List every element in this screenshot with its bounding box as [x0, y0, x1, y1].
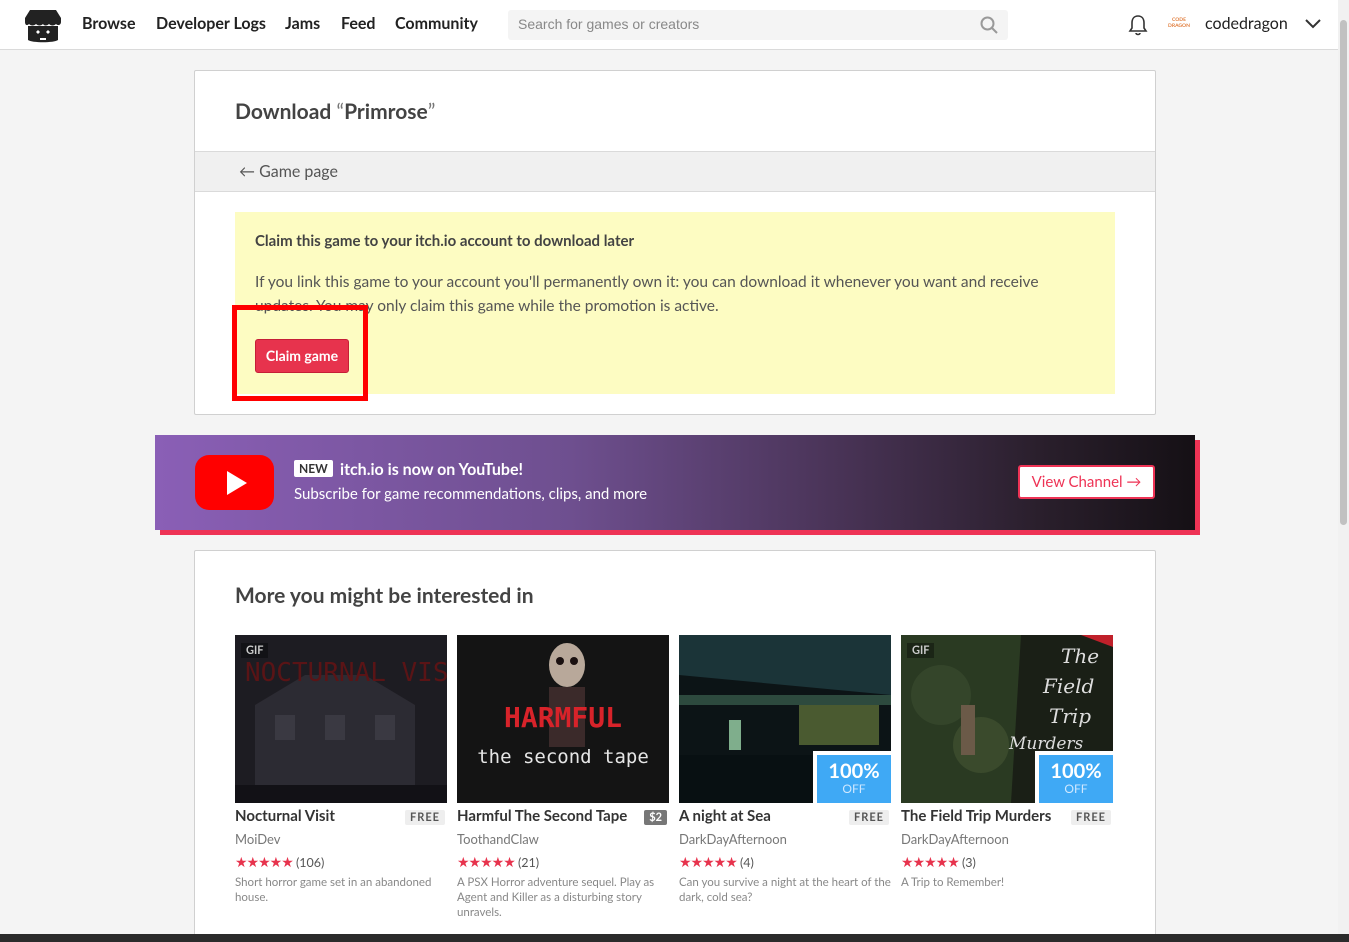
thumb-title: NOCTURNAL VISIT [245, 658, 447, 688]
game-author[interactable]: DarkDayAfternoon [901, 831, 1009, 847]
sale-badge: 100% OFF [813, 751, 891, 803]
game-rating: ★★★★★ (21) [457, 853, 539, 871]
sale-badge-inner: 100% OFF [1039, 755, 1113, 803]
youtube-title: itch.io is now on YouTube! [340, 460, 524, 479]
open-quote: “ [336, 99, 345, 124]
itchio-logo-icon[interactable] [24, 8, 62, 44]
rating-count: (4) [739, 855, 754, 870]
new-badge: NEW [294, 460, 333, 477]
nav-jams[interactable]: Jams [285, 14, 320, 33]
game-card[interactable]: The Field Trip Murders GIF 100% OFF The … [901, 635, 1113, 935]
game-card[interactable]: NOCTURNAL VISIT GIF Nocturnal Visit FREE… [235, 635, 447, 935]
highlight-box [232, 305, 368, 401]
game-rating: ★★★★★ (3) [901, 853, 976, 871]
game-title[interactable]: Nocturnal Visit [235, 807, 335, 825]
claim-title: Claim this game to your itch.io account … [255, 232, 635, 250]
gif-tag: GIF [241, 643, 269, 658]
game-description: A Trip to Remember! [901, 876, 1005, 889]
game-page-link[interactable]: ← Game page [239, 162, 338, 181]
claim-description: If you link this game to your account yo… [255, 273, 1039, 315]
youtube-banner: NEW itch.io is now on YouTube! Subscribe… [155, 435, 1195, 530]
sale-badge: 100% OFF [1035, 751, 1113, 803]
game-thumbnail[interactable]: NOCTURNAL VISIT GIF [235, 635, 447, 803]
nav-feed[interactable]: Feed [341, 14, 376, 33]
rating-count: (3) [961, 855, 976, 870]
page-title: Download “Primrose” [235, 99, 435, 124]
game-description: Can you survive a night at the heart of … [679, 876, 891, 904]
game-card[interactable]: HARMFUL the second tape Harmful The Seco… [457, 635, 669, 935]
chevron-down-icon[interactable] [1304, 17, 1322, 31]
recommendations-title: More you might be interested in [235, 583, 534, 608]
game-thumbnail[interactable]: 100% OFF [679, 635, 891, 803]
thumb-title: HARMFUL [504, 701, 622, 734]
game-name: Primrose [344, 99, 428, 124]
nav-community[interactable]: Community [395, 14, 478, 33]
sale-percent: 100% [1050, 759, 1102, 783]
star-rating-icon: ★★★★★ [235, 853, 294, 870]
game-title[interactable]: A night at Sea [679, 807, 771, 825]
back-bar: ← Game page [195, 151, 1155, 192]
game-description: A PSX Horror adventure sequel. Play as A… [457, 876, 655, 919]
game-description: Short horror game set in an abandoned ho… [235, 876, 432, 904]
username[interactable]: codedragon [1205, 14, 1288, 33]
scrollbar[interactable] [1338, 0, 1349, 942]
youtube-subtitle: Subscribe for game recommendations, clip… [294, 485, 648, 503]
star-rating-icon: ★★★★★ [457, 853, 516, 870]
title-prefix: Download [235, 99, 337, 124]
play-icon [227, 471, 247, 495]
sale-off-label: OFF [1064, 781, 1088, 796]
thumb-title-line2: Field [1042, 674, 1094, 698]
game-author[interactable]: DarkDayAfternoon [679, 831, 787, 847]
avatar[interactable]: CODE DRAGON [1166, 12, 1192, 38]
star-rating-icon: ★★★★★ [901, 853, 960, 870]
price-badge: FREE [849, 810, 889, 825]
game-rating: ★★★★★ (106) [235, 853, 324, 871]
price-badge: $2 [644, 810, 667, 825]
sale-off-label: OFF [842, 781, 866, 796]
thumb-title-line3: Trip [1049, 704, 1091, 728]
star-rating-icon: ★★★★★ [679, 853, 738, 870]
bottom-bar [0, 934, 1349, 942]
top-nav-bar: Browse Developer Logs Jams Feed Communit… [0, 0, 1338, 50]
notification-bell-icon[interactable] [1128, 14, 1148, 36]
search-box [508, 10, 1008, 40]
search-input[interactable] [518, 16, 958, 32]
view-channel-button[interactable]: View Channel → [1018, 465, 1155, 499]
thumb-title-line1: The [1061, 644, 1099, 668]
game-title[interactable]: The Field Trip Murders [901, 807, 1051, 825]
price-badge: FREE [1071, 810, 1111, 825]
game-rating: ★★★★★ (4) [679, 853, 754, 871]
price-badge: FREE [405, 810, 445, 825]
scrollbar-thumb[interactable] [1340, 20, 1347, 525]
search-icon[interactable] [980, 16, 998, 34]
game-thumbnail[interactable]: The Field Trip Murders GIF 100% OFF [901, 635, 1113, 803]
sale-percent: 100% [828, 759, 880, 783]
game-author[interactable]: MoiDev [235, 831, 281, 847]
game-author[interactable]: ToothandClaw [457, 831, 539, 847]
game-title[interactable]: Harmful The Second Tape [457, 807, 627, 825]
gif-tag: GIF [907, 643, 935, 658]
recommendations-panel: More you might be interested in NOCTURNA… [194, 550, 1156, 942]
rating-count: (21) [517, 855, 540, 870]
rating-count: (106) [295, 855, 325, 870]
thumb-subtitle: the second tape [477, 746, 649, 768]
game-thumbnail[interactable]: HARMFUL the second tape [457, 635, 669, 803]
nav-browse[interactable]: Browse [82, 14, 136, 33]
sale-badge-inner: 100% OFF [817, 755, 891, 803]
game-card[interactable]: 100% OFF A night at Sea FREE DarkDayAfte… [679, 635, 891, 935]
close-quote: ” [427, 99, 436, 124]
youtube-logo-icon [195, 455, 274, 510]
nav-developer-logs[interactable]: Developer Logs [156, 14, 266, 33]
